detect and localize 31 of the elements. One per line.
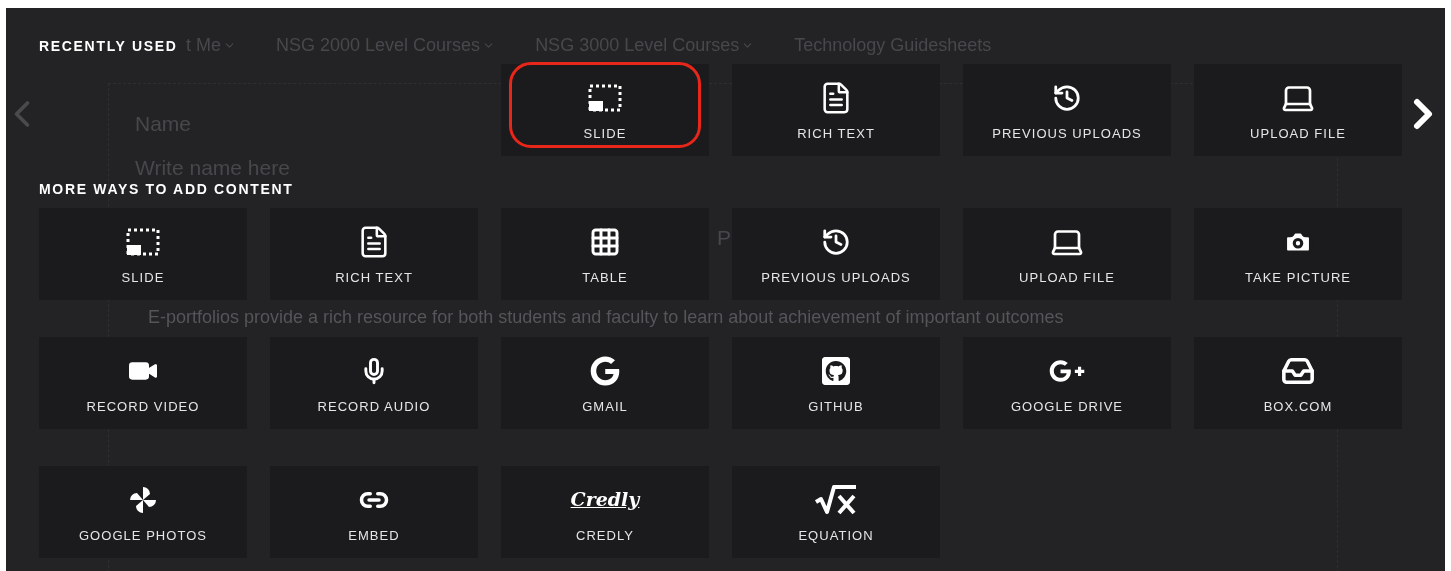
credly-logo: Credly [570,490,640,509]
content-type-tile[interactable]: RECORD VIDEO [39,337,247,429]
slide-icon [588,83,622,112]
content-type-tile[interactable]: GOOGLE PHOTOS [39,466,247,558]
content-type-tile[interactable]: RICH TEXT [732,64,940,156]
history-icon [821,226,851,257]
content-type-tile[interactable]: RICH TEXT [270,208,478,300]
content-type-tile[interactable]: RECORD AUDIO [270,337,478,429]
square-root-icon [814,483,858,516]
content-type-tile[interactable]: SLIDE [39,208,247,300]
content-type-tile[interactable]: GOOGLE DRIVE [963,337,1171,429]
content-type-tile[interactable]: GMAIL [501,337,709,429]
slide-icon [126,227,160,256]
content-type-tile[interactable]: BOX.COM [1194,337,1402,429]
pinwheel-icon [128,484,158,515]
content-type-tile[interactable]: PREVIOUS UPLOADS [732,208,940,300]
content-type-tile[interactable]: UPLOAD FILE [963,208,1171,300]
history-icon [1052,82,1082,113]
content-type-tile[interactable]: TAKE PICTURE [1194,208,1402,300]
google-icon [590,355,620,386]
section-title: RECENTLY USED [39,37,178,55]
content-type-tile[interactable]: Credly CREDLY [501,466,709,558]
content-type-tile[interactable]: EQUATION [732,466,940,558]
content-type-tile[interactable]: UPLOAD FILE [1194,64,1402,156]
content-type-tile[interactable]: TABLE [501,208,709,300]
content-type-tile[interactable]: EMBED [270,466,478,558]
content-type-tile[interactable]: SLIDE [501,64,709,156]
github-icon [820,354,852,387]
content-type-tile[interactable]: GITHUB [732,337,940,429]
content-type-tile[interactable]: PREVIOUS UPLOADS [963,64,1171,156]
section-title: MORE WAYS TO ADD CONTENT [39,180,294,198]
